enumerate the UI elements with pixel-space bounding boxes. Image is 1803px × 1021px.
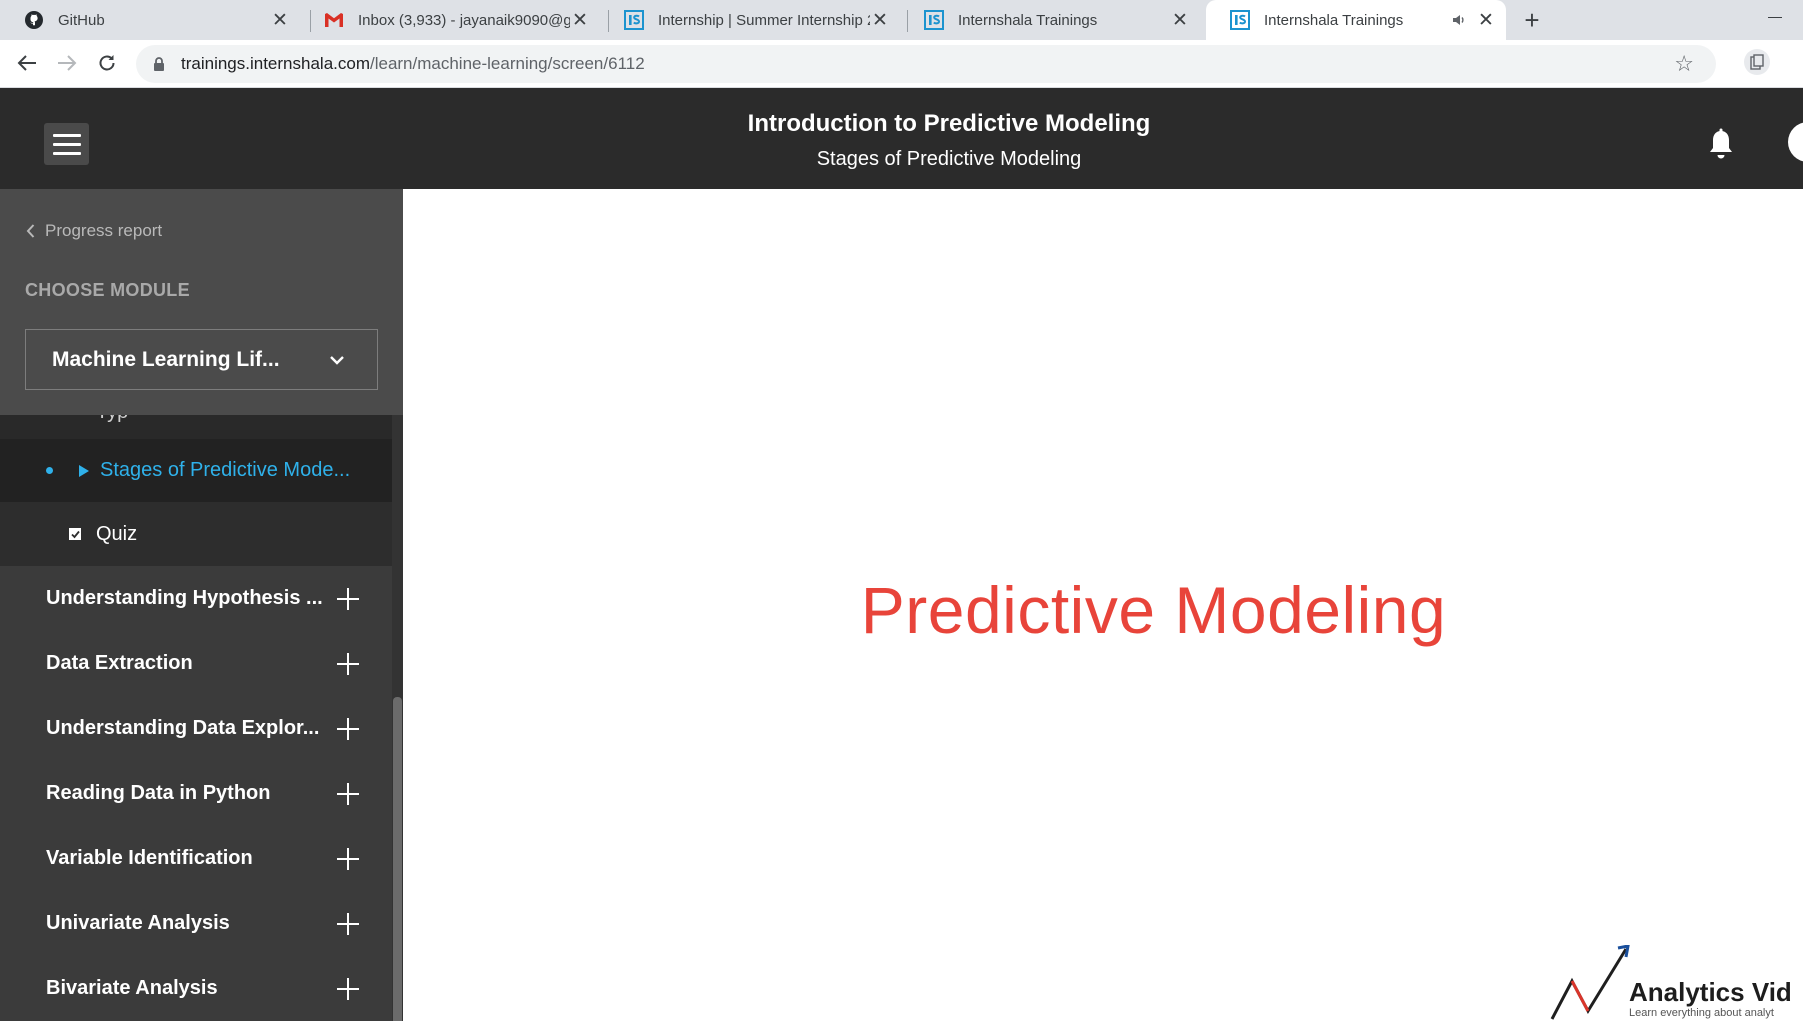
github-icon — [24, 10, 44, 30]
module-item-label: Variable Identification — [46, 847, 253, 869]
module-item[interactable]: Univariate Analysis — [0, 891, 392, 956]
speaker-icon[interactable] — [1452, 12, 1468, 28]
watermark-tagline: Learn everything about analyt — [1629, 1007, 1774, 1019]
bookmark-star-icon[interactable]: ☆ — [1674, 51, 1694, 77]
module-item-label: Univariate Analysis — [46, 912, 230, 934]
tab-title: GitHub — [58, 11, 105, 29]
app-header: Introduction to Predictive Modeling Stag… — [0, 88, 1803, 189]
module-list: Understanding Hypothesis ... Data Extrac… — [0, 566, 392, 1021]
quiz-label: Quiz — [96, 522, 138, 545]
close-tab-icon[interactable]: ✕ — [570, 10, 590, 31]
progress-report-label: Progress report — [45, 221, 163, 240]
module-item[interactable]: Bivariate Analysis — [0, 956, 392, 1021]
url-text: trainings.internshala.com/learn/machine-… — [181, 54, 645, 74]
lesson-item-active[interactable]: Stages of Predictive Mode... — [0, 439, 392, 502]
active-lesson-label: Stages of Predictive Mode... — [100, 459, 351, 481]
course-title: Introduction to Predictive Modeling — [747, 110, 1151, 137]
browser-tab-gmail[interactable]: Inbox (3,933) - jayanaik9090@gm ✕ — [300, 0, 600, 40]
current-indicator-dot — [46, 467, 53, 474]
slide-title: Predictive Modeling — [860, 573, 1447, 647]
browser-toolbar: trainings.internshala.com/learn/machine-… — [0, 40, 1803, 88]
browser-tab-active[interactable]: Internshala Trainings ✕ — [1206, 0, 1506, 40]
chevron-down-icon — [330, 355, 344, 365]
notification-bell-icon[interactable] — [1706, 128, 1736, 162]
expand-plus-icon[interactable] — [337, 847, 359, 870]
reload-icon[interactable] — [92, 48, 122, 78]
course-sidebar: Progress report CHOOSE MODULE Machine Le… — [0, 189, 403, 1021]
module-item-label: Bivariate Analysis — [46, 977, 218, 999]
selected-module: Machine Learning Lif... — [52, 347, 280, 371]
lesson-item-partial[interactable]: Typ — [0, 415, 392, 439]
expand-plus-icon[interactable] — [337, 652, 359, 675]
sidebar-scrollbar[interactable] — [392, 415, 403, 1021]
module-item-label: Understanding Data Explor... — [46, 717, 320, 739]
expand-plus-icon[interactable] — [337, 782, 359, 805]
close-tab-icon[interactable]: ✕ — [270, 10, 290, 31]
back-icon[interactable] — [12, 48, 42, 78]
forward-icon[interactable] — [52, 48, 82, 78]
chevron-left-icon — [26, 224, 35, 238]
tab-title: Internshala Trainings — [1264, 11, 1404, 29]
choose-module-label: CHOOSE MODULE — [25, 280, 190, 300]
tab-title: Internshala Trainings — [958, 11, 1098, 29]
new-tab-icon[interactable]: + — [1518, 5, 1546, 35]
module-item[interactable]: Reading Data in Python — [0, 761, 392, 826]
expand-plus-icon[interactable] — [337, 912, 359, 935]
module-item-label: Understanding Hypothesis ... — [46, 587, 323, 609]
module-item-label: Data Extraction — [46, 652, 193, 674]
close-tab-icon[interactable]: ✕ — [870, 10, 890, 31]
tab-title: Inbox (3,933) - jayanaik9090@gm — [358, 11, 570, 29]
url-host: trainings.internshala.com — [181, 54, 370, 73]
module-item[interactable]: Data Extraction — [0, 631, 392, 696]
browser-tab-internship[interactable]: Internship | Summer Internship 2 ✕ — [600, 0, 900, 40]
lesson-title: Stages of Predictive Modeling — [816, 148, 1082, 170]
internshala-icon — [624, 10, 644, 30]
browser-tab-strip: GitHub ✕ Inbox (3,933) - jayanaik9090@gm… — [0, 0, 1803, 40]
address-bar[interactable]: trainings.internshala.com/learn/machine-… — [136, 45, 1716, 83]
gmail-icon — [324, 10, 344, 30]
tab-title: Internship | Summer Internship 2 — [658, 11, 870, 29]
internshala-icon — [924, 10, 944, 30]
lesson-item-label: Typ — [96, 415, 128, 424]
module-item[interactable]: Variable Identification — [0, 826, 392, 891]
url-path: /learn/machine-learning/screen/6112 — [369, 54, 645, 73]
close-tab-icon[interactable]: ✕ — [1476, 10, 1496, 31]
sidebar-header: Progress report CHOOSE MODULE Machine Le… — [0, 189, 403, 415]
watermark-name: Analytics Vid — [1629, 977, 1792, 1007]
play-icon — [79, 464, 89, 477]
expand-plus-icon[interactable] — [337, 587, 359, 610]
module-item[interactable]: Understanding Hypothesis ... — [0, 566, 392, 631]
minimize-window-icon[interactable] — [1768, 17, 1782, 18]
module-dropdown[interactable]: Machine Learning Lif... — [25, 329, 378, 390]
extension-icon[interactable] — [1744, 49, 1770, 75]
progress-report-link[interactable]: Progress report — [26, 221, 162, 241]
browser-tab-trainings[interactable]: Internshala Trainings ✕ — [900, 0, 1200, 40]
module-item[interactable]: Understanding Data Explor... — [0, 696, 392, 761]
close-tab-icon[interactable]: ✕ — [1170, 10, 1190, 31]
slide-viewer: Predictive Modeling Analytics Vid Learn … — [403, 189, 1803, 1021]
internshala-icon — [1230, 10, 1250, 30]
lesson-item-quiz[interactable]: Quiz — [0, 502, 392, 566]
module-item-label: Reading Data in Python — [46, 782, 271, 804]
browser-tab-github[interactable]: GitHub ✕ — [0, 0, 300, 40]
quiz-checkbox-icon — [69, 528, 81, 540]
lock-icon[interactable] — [152, 57, 166, 71]
expand-plus-icon[interactable] — [337, 717, 359, 740]
expand-plus-icon[interactable] — [337, 977, 359, 1000]
scrollbar-thumb[interactable] — [393, 697, 402, 1021]
